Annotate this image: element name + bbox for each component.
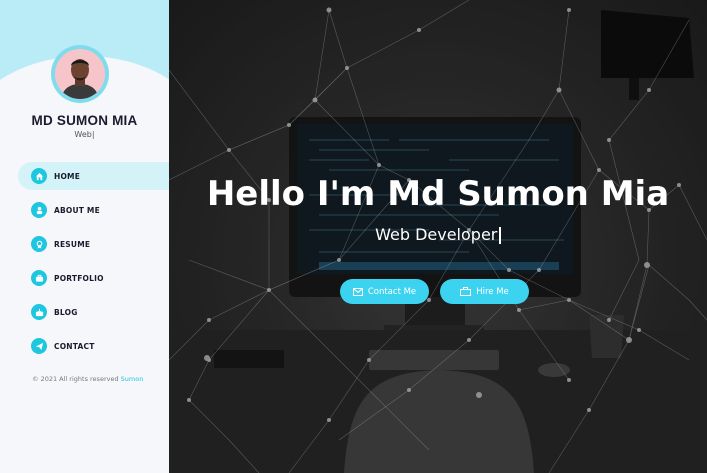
nav-item-resume[interactable]: RESUME	[18, 230, 169, 258]
typing-cursor	[499, 227, 501, 244]
user-icon	[31, 202, 47, 218]
hire-me-label: Hire Me	[476, 286, 509, 297]
contact-me-button[interactable]: Contact Me	[340, 279, 429, 304]
hero-role-text: Web Developer	[375, 225, 498, 244]
avatar	[55, 49, 105, 99]
nav-item-contact[interactable]: CONTACT	[18, 332, 169, 360]
nav-item-home[interactable]: HOME	[18, 162, 169, 190]
sidebar: MD SUMON MIA Web| HOME ABOUT ME RESUME P…	[0, 0, 169, 473]
nav-label: RESUME	[54, 239, 91, 249]
hero-section: Hello I'm Md Sumon Mia Web Developer Con…	[169, 0, 707, 473]
nav-label: ABOUT ME	[54, 205, 100, 215]
nav-label: PORTFOLIO	[54, 273, 104, 283]
hero-title: Hello I'm Md Sumon Mia	[169, 174, 707, 214]
nav-label: BLOG	[54, 307, 78, 317]
briefcase-icon	[31, 270, 47, 286]
nav-item-portfolio[interactable]: PORTFOLIO	[18, 264, 169, 292]
hero-role: Web Developer	[169, 225, 707, 244]
hero-greeting: Hello I'm	[206, 174, 376, 214]
profile-subtitle: Web|	[74, 130, 95, 139]
award-icon	[31, 236, 47, 252]
briefcase-icon	[460, 287, 472, 296]
sidebar-nav: HOME ABOUT ME RESUME PORTFOLIO BLOG CONT…	[18, 162, 169, 366]
hero-name: Md Sumon Mia	[387, 174, 670, 214]
profile-name: MD SUMON MIA	[31, 113, 138, 128]
send-icon	[31, 338, 47, 354]
inbox-icon	[31, 304, 47, 320]
mail-icon	[352, 287, 363, 296]
nav-item-blog[interactable]: BLOG	[18, 298, 169, 326]
copyright-brand-link[interactable]: Sumon	[121, 375, 144, 383]
nav-label: HOME	[54, 171, 81, 181]
hire-me-button[interactable]: Hire Me	[440, 279, 529, 304]
nav-item-about[interactable]: ABOUT ME	[18, 196, 169, 224]
copyright: © 2021 All rights reserved Sumon	[32, 375, 143, 383]
home-icon	[31, 168, 47, 184]
copyright-text: © 2021 All rights reserved	[32, 375, 119, 383]
nav-label: CONTACT	[54, 341, 95, 351]
contact-me-label: Contact Me	[367, 286, 417, 297]
